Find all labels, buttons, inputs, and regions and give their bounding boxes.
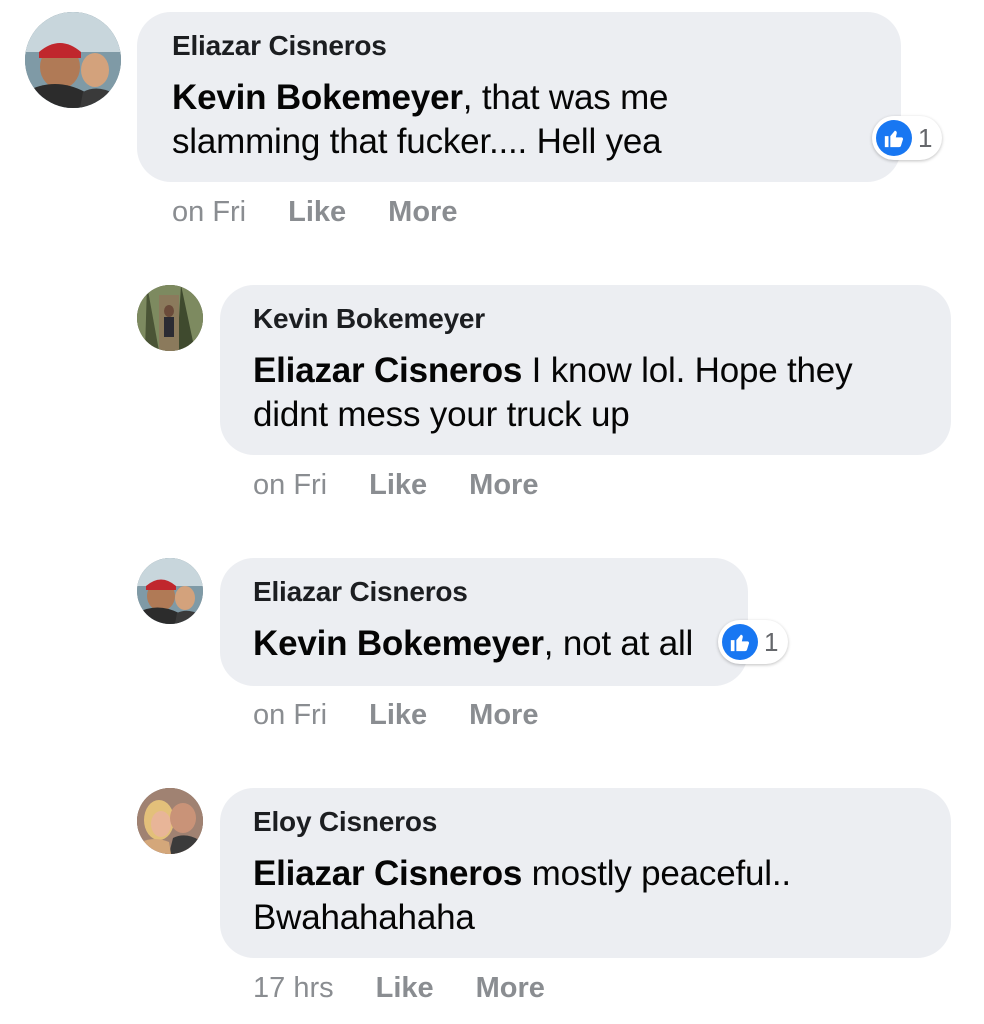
like-button[interactable]: Like: [376, 972, 434, 1005]
mention-link[interactable]: Kevin Bokemeyer: [172, 78, 463, 117]
thumbs-up-icon: [722, 624, 758, 660]
comment-text-line: didnt mess your truck up: [253, 395, 630, 434]
mention-link[interactable]: Kevin Bokemeyer: [253, 624, 544, 663]
more-button[interactable]: More: [388, 196, 457, 229]
thumbs-up-icon: [876, 120, 912, 156]
comment-author[interactable]: Kevin Bokemeyer: [253, 303, 485, 335]
like-button[interactable]: Like: [369, 469, 427, 502]
timestamp[interactable]: 17 hrs: [253, 972, 334, 1005]
comment-text: Kevin Bokemeyer, that was me slamming th…: [172, 76, 872, 164]
user-avatar-icon[interactable]: [25, 12, 121, 108]
reaction-count: 1: [764, 626, 779, 657]
timestamp[interactable]: on Fri: [253, 469, 327, 502]
comment-meta: on Fri Like More: [253, 699, 538, 732]
comment-text: Eliazar Cisneros mostly peaceful.. Bwaha…: [253, 852, 943, 940]
like-button[interactable]: Like: [369, 699, 427, 732]
comment-text-part: , that was me: [462, 78, 669, 117]
comment-author[interactable]: Eloy Cisneros: [253, 806, 437, 838]
more-button[interactable]: More: [476, 972, 545, 1005]
mention-link[interactable]: Eliazar Cisneros: [253, 351, 522, 390]
more-button[interactable]: More: [469, 699, 538, 732]
comment-author[interactable]: Eliazar Cisneros: [172, 30, 387, 62]
reaction-badge[interactable]: 1: [872, 116, 943, 160]
reaction-badge[interactable]: 1: [718, 620, 789, 664]
comment-text: Eliazar Cisneros I know lol. Hope they d…: [253, 349, 943, 437]
comment-text-part: , not at all: [543, 624, 694, 663]
comment-author[interactable]: Eliazar Cisneros: [253, 576, 468, 608]
comment-meta: 17 hrs Like More: [253, 972, 545, 1005]
comment-text-part: mostly peaceful..: [522, 854, 791, 893]
mention-link[interactable]: Eliazar Cisneros: [253, 854, 522, 893]
timestamp[interactable]: on Fri: [172, 196, 246, 229]
like-button[interactable]: Like: [288, 196, 346, 229]
user-avatar-icon[interactable]: [137, 285, 203, 351]
user-avatar-icon[interactable]: [137, 788, 203, 854]
comment-meta: on Fri Like More: [172, 196, 457, 229]
comment-text-line: slamming that fucker.... Hell yea: [172, 122, 662, 161]
reaction-count: 1: [918, 122, 933, 153]
user-avatar-icon[interactable]: [137, 558, 203, 624]
timestamp[interactable]: on Fri: [253, 699, 327, 732]
more-button[interactable]: More: [469, 469, 538, 502]
comment-meta: on Fri Like More: [253, 469, 538, 502]
comment-text: Kevin Bokemeyer, not at all: [253, 622, 733, 666]
comment-text-line: Bwahahahaha: [253, 898, 475, 937]
comment-text-part: I know lol. Hope they: [522, 351, 853, 390]
